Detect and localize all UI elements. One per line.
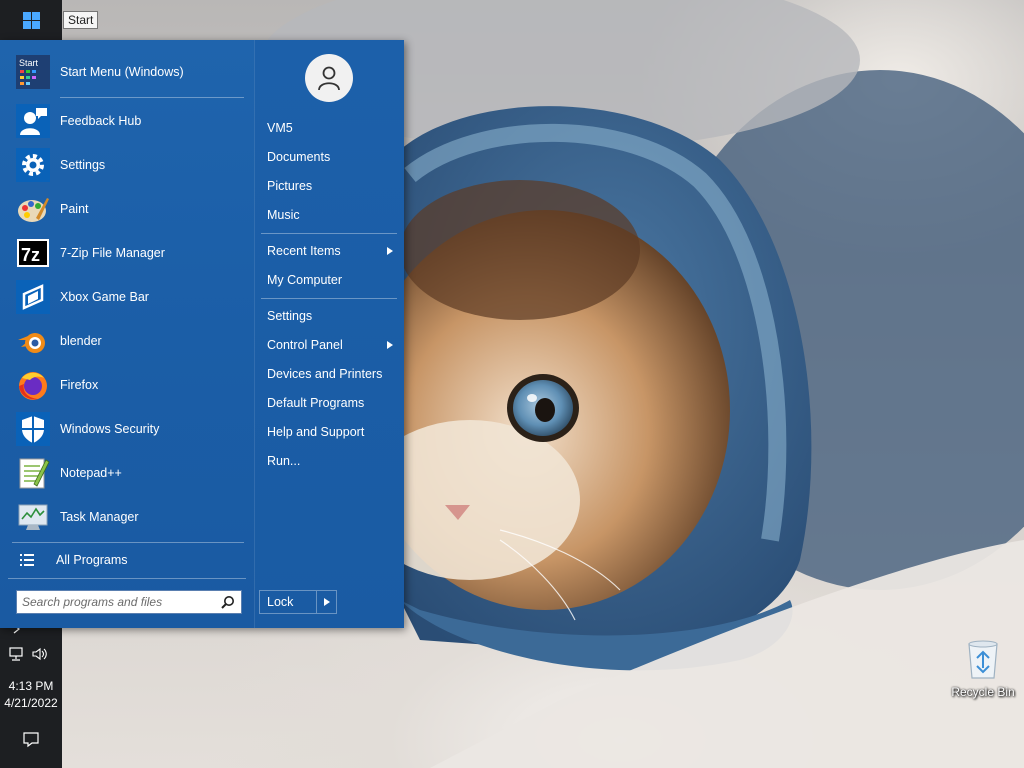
place-label: Music xyxy=(267,208,300,222)
start-tooltip: Start xyxy=(63,11,99,29)
blender-icon xyxy=(18,333,45,353)
app-item-blender[interactable]: blender xyxy=(8,320,246,362)
app-label: Windows Security xyxy=(60,422,160,436)
app-label: Xbox Game Bar xyxy=(60,290,149,304)
place-item-run[interactable]: Run... xyxy=(263,448,397,474)
app-label: blender xyxy=(60,334,102,348)
place-item-settings[interactable]: Settings xyxy=(263,303,397,329)
7zip-icon: 7z xyxy=(17,239,49,267)
place-label: Devices and Printers xyxy=(267,367,383,381)
chevron-right-icon xyxy=(323,598,330,606)
app-item-notepad-plus-plus[interactable]: Notepad++ xyxy=(8,452,246,494)
app-label: Firefox xyxy=(60,378,99,392)
recycle-bin-icon xyxy=(968,640,998,679)
all-programs-button[interactable]: All Programs xyxy=(8,545,246,575)
start-menu-programs-column: Start Start Menu (Windows) Feedback Hub xyxy=(0,40,254,628)
place-label: Documents xyxy=(267,150,331,164)
place-item-recent-items[interactable]: Recent Items xyxy=(263,238,397,264)
place-label: Default Programs xyxy=(267,396,365,410)
place-label: VM5 xyxy=(267,121,293,135)
shield-icon xyxy=(16,412,50,446)
shutdown-options-button[interactable] xyxy=(316,591,336,613)
app-item-start-menu[interactable]: Start Start Menu (Windows) xyxy=(8,51,246,93)
list-icon xyxy=(20,554,34,566)
search-input[interactable] xyxy=(17,592,221,612)
place-label: Help and Support xyxy=(267,425,365,439)
settings-gear-icon xyxy=(16,148,50,182)
app-label: 7-Zip File Manager xyxy=(60,246,165,260)
notepad-plus-plus-icon xyxy=(19,458,50,489)
app-label: Notepad++ xyxy=(60,466,122,480)
place-item-default-programs[interactable]: Default Programs xyxy=(263,390,397,416)
app-item-paint[interactable]: Paint xyxy=(8,188,246,230)
recycle-bin-label: Recycle Bin xyxy=(951,685,1015,699)
search-box[interactable] xyxy=(16,590,242,614)
separator xyxy=(12,542,244,543)
start-button[interactable] xyxy=(0,0,62,40)
app-item-xbox-game-bar[interactable]: Xbox Game Bar xyxy=(8,276,246,318)
clock-date: 4/21/2022 xyxy=(4,696,58,710)
place-item-user-folder[interactable]: VM5 xyxy=(263,115,397,141)
separator xyxy=(60,97,244,98)
recycle-bin-desktop-icon[interactable]: Recycle Bin xyxy=(947,638,1019,708)
lock-button-group: Lock xyxy=(259,590,337,614)
firefox-icon xyxy=(19,372,47,400)
app-item-firefox[interactable]: Firefox xyxy=(8,364,246,406)
app-item-task-manager[interactable]: Task Manager xyxy=(8,496,246,538)
app-label: Feedback Hub xyxy=(60,114,142,128)
app-item-settings[interactable]: Settings xyxy=(8,144,246,186)
separator xyxy=(8,578,246,579)
place-item-music[interactable]: Music xyxy=(263,202,397,228)
submenu-arrow-icon xyxy=(387,341,393,349)
place-item-documents[interactable]: Documents xyxy=(263,144,397,170)
app-label: Start Menu (Windows) xyxy=(60,65,184,79)
place-item-pictures[interactable]: Pictures xyxy=(263,173,397,199)
app-label: Task Manager xyxy=(60,510,139,524)
separator xyxy=(261,298,397,299)
place-label: Recent Items xyxy=(267,244,341,258)
start-menu: Start Start Menu (Windows) Feedback Hub xyxy=(0,40,404,628)
user-avatar[interactable] xyxy=(305,54,353,102)
place-item-devices-and-printers[interactable]: Devices and Printers xyxy=(263,361,397,387)
task-manager-icon xyxy=(18,504,48,530)
search-icon[interactable] xyxy=(221,595,235,609)
submenu-arrow-icon xyxy=(387,247,393,255)
place-item-control-panel[interactable]: Control Panel xyxy=(263,332,397,358)
volume-icon[interactable] xyxy=(31,646,49,662)
app-item-7zip[interactable]: 7z 7-Zip File Manager xyxy=(8,232,246,274)
app-label: Paint xyxy=(60,202,89,216)
taskbar-clock[interactable]: 4:13 PM 4/21/2022 xyxy=(0,678,62,712)
clock-time: 4:13 PM xyxy=(8,679,54,693)
7zip-icon-text: 7z xyxy=(21,245,40,265)
feedback-hub-icon xyxy=(16,104,50,138)
place-item-help-and-support[interactable]: Help and Support xyxy=(263,419,397,445)
place-label: Control Panel xyxy=(267,338,343,352)
all-programs-label: All Programs xyxy=(56,553,128,567)
network-icon[interactable] xyxy=(8,646,26,662)
place-label: Run... xyxy=(267,454,301,468)
xbox-game-bar-icon xyxy=(16,280,50,314)
app-item-windows-security[interactable]: Windows Security xyxy=(8,408,246,450)
app-label: Settings xyxy=(60,158,106,172)
start-menu-places-column: VM5 Documents Pictures Music Recent Item… xyxy=(254,40,404,628)
start-menu-icon-text: Start xyxy=(19,58,39,68)
place-item-my-computer[interactable]: My Computer xyxy=(263,267,397,293)
user-icon xyxy=(318,66,340,91)
separator xyxy=(261,233,397,234)
place-label: My Computer xyxy=(267,273,343,287)
lock-button[interactable]: Lock xyxy=(260,591,316,613)
place-label: Pictures xyxy=(267,179,313,193)
place-label: Settings xyxy=(267,309,313,323)
paint-palette-icon xyxy=(18,198,49,222)
action-center-icon[interactable] xyxy=(22,730,40,748)
app-item-feedback-hub[interactable]: Feedback Hub xyxy=(8,100,246,142)
start-menu-icon: Start xyxy=(16,55,50,89)
windows-logo-icon xyxy=(22,11,40,29)
